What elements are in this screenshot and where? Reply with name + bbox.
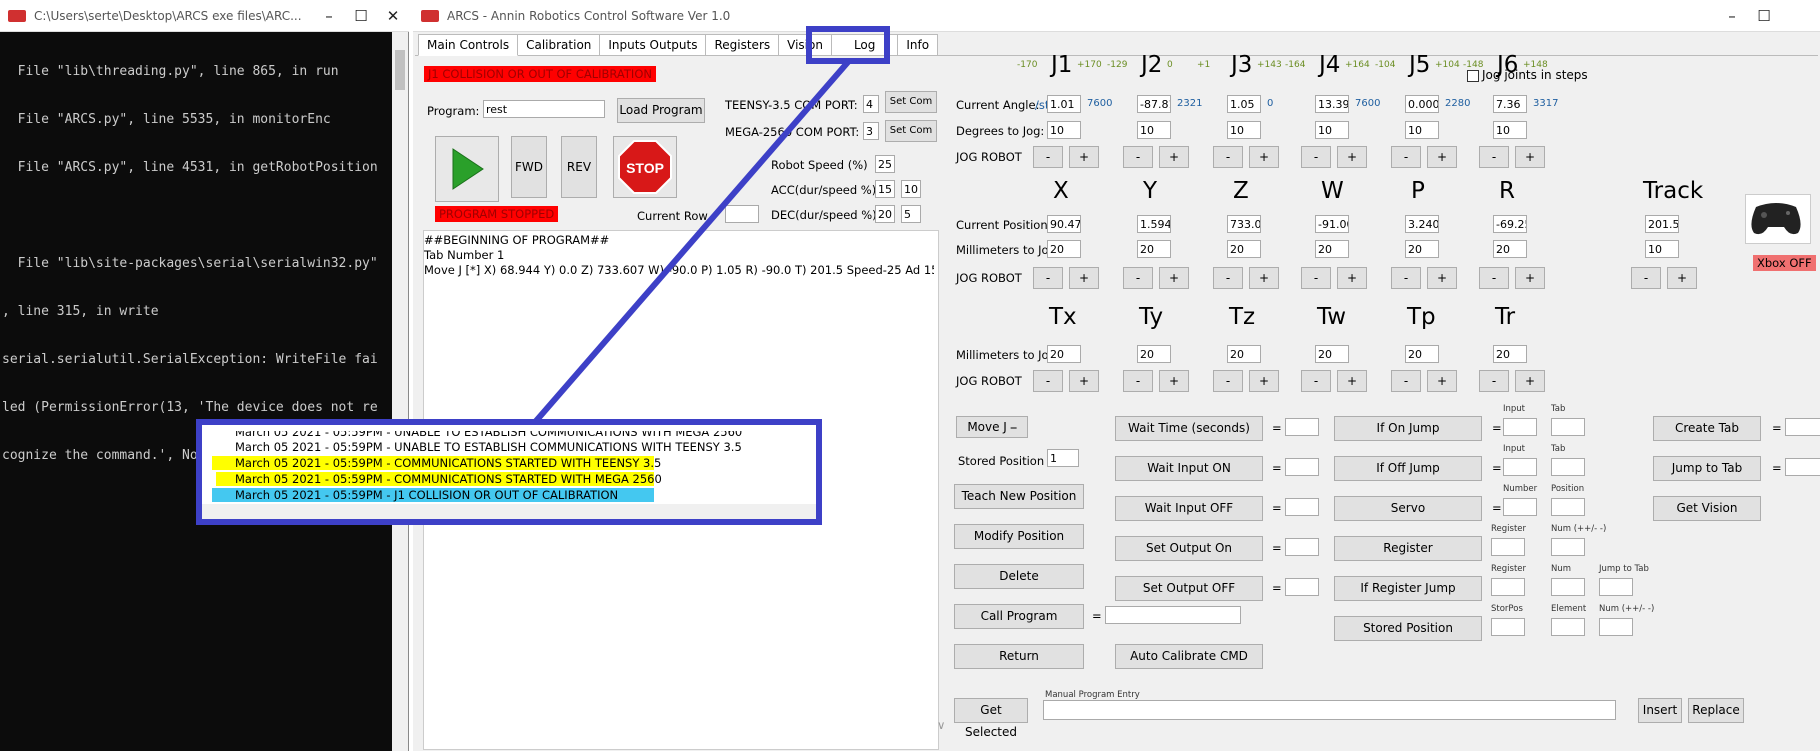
log-scrollbar[interactable] <box>202 504 816 519</box>
log-callout: March 05 2021 - 05:59PM - UNABLE TO ESTA… <box>196 419 822 525</box>
log-line: March 05 2021 - 05:59PM - UNABLE TO ESTA… <box>235 440 742 454</box>
callout-arrow <box>533 60 851 423</box>
log-line: March 05 2021 - 05:59PM - UNABLE TO ESTA… <box>235 425 743 439</box>
callout-line <box>533 60 851 423</box>
tab-main-controls[interactable]: Main Controls <box>418 34 519 56</box>
log-line: March 05 2021 - 05:59PM - COMMUNICATIONS… <box>212 456 661 470</box>
log-line: March 05 2021 - 05:59PM - COMMUNICATIONS… <box>216 472 662 486</box>
log-line: March 05 2021 - 05:59PM - J1 COLLISION O… <box>212 488 654 502</box>
